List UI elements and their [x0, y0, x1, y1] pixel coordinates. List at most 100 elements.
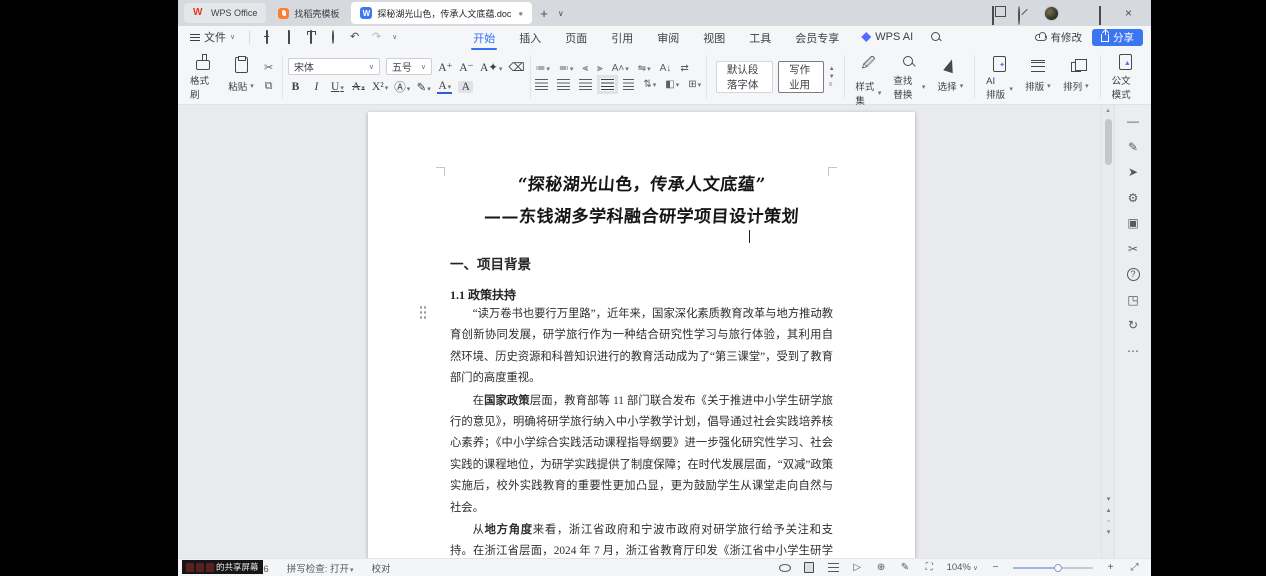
paragraph-shading-icon[interactable]: ◧ — [665, 79, 679, 90]
properties-icon[interactable]: ⚙ — [1125, 192, 1141, 205]
tab-list-caret[interactable]: ∨ — [553, 9, 569, 18]
file-menu-button[interactable]: 文件 ∨ — [186, 29, 239, 45]
align-center-icon[interactable] — [557, 79, 570, 90]
cut-icon[interactable]: ✂ — [264, 62, 273, 74]
distribute-icon[interactable] — [623, 79, 634, 90]
spellcheck-status[interactable]: 拼写检查: 打开 — [287, 561, 354, 575]
fit-page-icon[interactable]: ⛶ — [923, 562, 936, 574]
undo-button[interactable]: ↶ — [348, 31, 361, 44]
edit-pen-icon[interactable]: ✎ — [1125, 141, 1141, 154]
font-name-select[interactable]: 宋体 ∨ — [288, 58, 380, 75]
tab-view[interactable]: 视图 — [691, 27, 737, 47]
paragraph-drag-handle[interactable] — [419, 305, 427, 319]
char-scale-icon[interactable]: A˄ — [612, 63, 629, 74]
scroll-down-icon[interactable]: ▾ — [1107, 496, 1111, 503]
select-button[interactable]: 选择 — [931, 51, 969, 102]
tab-docer-templates[interactable]: 找稻壳模板 — [269, 3, 348, 23]
style-set-button[interactable]: 🖉 样式集 — [849, 51, 887, 102]
char-shading-button[interactable]: A — [458, 81, 473, 93]
justify-icon[interactable] — [601, 79, 614, 90]
gallery-down-icon[interactable]: ▼ — [829, 74, 835, 80]
format-painter-button[interactable]: 格式刷 — [184, 51, 222, 102]
help-icon[interactable]: ? — [1127, 268, 1140, 281]
document-canvas[interactable]: “探秘湖光山色，传承人文底蕴” ——东钱湖多学科融合研学项目设计策划 一、项目背… — [178, 105, 1101, 558]
arrange-button[interactable]: 排列 — [1057, 51, 1095, 102]
zoom-in-button[interactable]: + — [1104, 562, 1117, 574]
style-default-font[interactable]: 默认段落字体 — [716, 61, 773, 93]
more-icon[interactable]: ⋯ — [1125, 345, 1141, 358]
tab-tools[interactable]: 工具 — [737, 27, 783, 47]
strikethrough-button[interactable]: A — [351, 81, 366, 93]
tab-page[interactable]: 页面 — [553, 27, 599, 47]
cut-tool-icon[interactable]: ✂ — [1125, 243, 1141, 256]
bullet-list-icon[interactable]: ≔ — [535, 63, 550, 74]
scroll-up-icon[interactable]: ▲ — [1105, 108, 1111, 114]
superscript-button[interactable]: X² — [372, 81, 388, 93]
tab-member[interactable]: 会员专享 — [783, 27, 851, 47]
increase-indent-icon[interactable]: ⫸ — [597, 63, 603, 74]
share-button[interactable]: 分享 — [1092, 29, 1143, 46]
redo-button[interactable]: ↷ — [370, 31, 383, 44]
layout-button[interactable]: 排版 — [1019, 51, 1057, 102]
align-left-icon[interactable] — [535, 79, 548, 90]
italic-button[interactable]: I — [309, 81, 324, 93]
maximize-button[interactable] — [1099, 7, 1111, 19]
image-tool-icon[interactable]: ▣ — [1125, 217, 1141, 230]
style-homework[interactable]: 写作业用 — [778, 61, 824, 93]
tab-references[interactable]: 引用 — [599, 27, 645, 47]
increase-font-icon[interactable]: A⁺ — [438, 60, 453, 74]
fullscreen-icon[interactable]: ⤢ — [1128, 562, 1141, 574]
copy-icon[interactable]: ⧉ — [264, 80, 273, 92]
clear-format-icon[interactable]: ⌫ — [508, 60, 524, 74]
switch-window-icon[interactable] — [992, 7, 1004, 19]
user-avatar[interactable] — [1044, 6, 1059, 21]
font-size-select[interactable]: 五号 ∨ — [386, 58, 432, 75]
collapse-icon[interactable]: — — [1125, 115, 1141, 128]
vertical-scrollbar[interactable]: ▲ ▾ ▴ ▫ ▾ — [1101, 105, 1114, 558]
official-doc-mode-button[interactable]: ▲ 公文模式 — [1106, 51, 1145, 102]
export-button[interactable] — [282, 31, 295, 44]
saved-status[interactable]: 有修改 — [1035, 30, 1083, 45]
tab-insert[interactable]: 插入 — [507, 27, 553, 47]
document-page[interactable]: “探秘湖光山色，传承人文底蕴” ——东钱湖多学科融合研学项目设计策划 一、项目背… — [368, 112, 915, 558]
tab-review[interactable]: 审阅 — [645, 27, 691, 47]
print-button[interactable] — [304, 31, 317, 44]
web-view-icon[interactable]: ⊕ — [875, 562, 888, 574]
gallery-more-icon[interactable]: ≡ — [829, 82, 835, 88]
tab-wps-ai[interactable]: WPS AI — [851, 31, 923, 43]
play-view-icon[interactable]: ▷ — [851, 562, 864, 574]
zoom-level[interactable]: 104% ∨ — [947, 562, 978, 573]
new-tab-button[interactable]: + — [535, 6, 553, 21]
align-right-icon[interactable] — [579, 79, 592, 90]
outline-view-icon[interactable] — [827, 562, 840, 574]
page-view-icon[interactable] — [803, 562, 816, 574]
ink-pen-icon[interactable]: ✎ — [899, 562, 912, 574]
browse-object-button[interactable]: ▫ — [1107, 518, 1109, 525]
bold-button[interactable]: B — [288, 81, 303, 93]
text-direction-icon[interactable]: ⇋ — [638, 63, 651, 74]
zoom-out-button[interactable]: − — [989, 562, 1002, 574]
tab-wps-home[interactable]: W WPS Office — [184, 3, 266, 23]
find-replace-button[interactable]: 查找替换 — [887, 51, 931, 102]
text-effect-icon[interactable]: A✦ — [480, 60, 502, 74]
font-color-button[interactable]: A — [437, 80, 452, 94]
sync-icon[interactable]: ↻ — [1125, 319, 1141, 332]
gallery-up-icon[interactable]: ▲ — [829, 66, 835, 72]
ai-layout-button[interactable]: ✦ AI 排版 — [980, 51, 1019, 102]
customize-toolbar-caret[interactable]: ∨ — [392, 33, 397, 41]
next-page-button[interactable]: ▾ — [1107, 529, 1111, 536]
decrease-font-icon[interactable]: A⁻ — [459, 60, 474, 74]
tab-home[interactable]: 开始 — [461, 27, 507, 47]
settings-wheel-icon[interactable] — [1018, 7, 1030, 19]
sort-icon[interactable]: A↓ — [660, 63, 672, 74]
paste-button[interactable]: 粘贴 — [222, 51, 260, 102]
tab-document[interactable]: W 探秘湖光山色，传承人文底蕴.doc ● — [351, 2, 532, 24]
print-preview-button[interactable] — [326, 31, 339, 44]
style-gallery-arrows[interactable]: ▲ ▼ ≡ — [829, 66, 835, 88]
zoom-slider[interactable] — [1013, 567, 1093, 569]
line-spacing-icon[interactable]: ⇅ — [643, 79, 656, 90]
select-arrow-icon[interactable]: ➤ — [1125, 166, 1141, 179]
eye-protect-icon[interactable] — [779, 562, 792, 574]
border-icon[interactable]: ⊞ — [688, 79, 701, 90]
underline-button[interactable]: U — [330, 81, 345, 93]
